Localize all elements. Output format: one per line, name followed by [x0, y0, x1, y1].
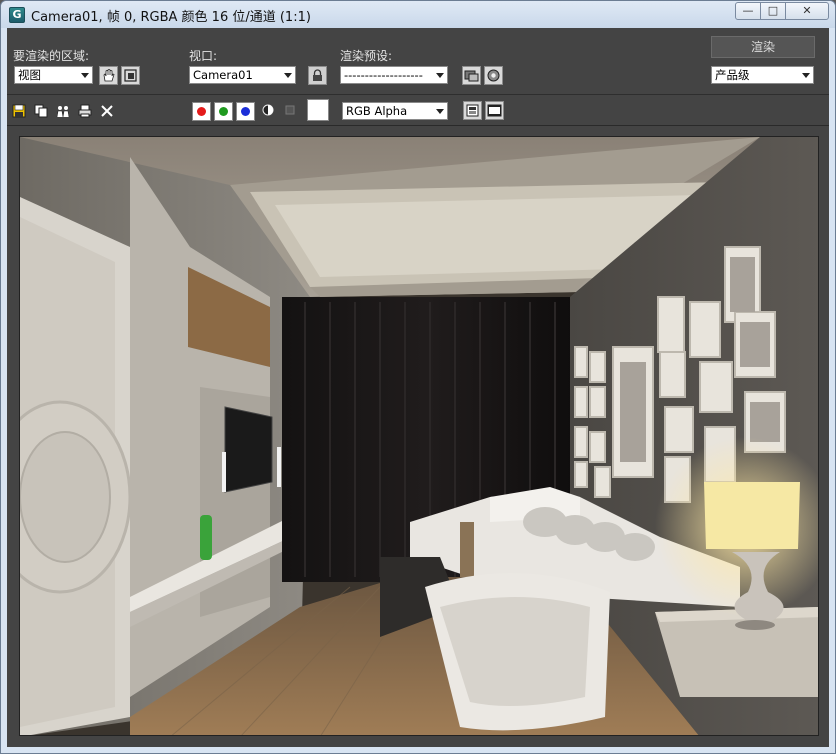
- area-to-render-select[interactable]: 视图: [14, 66, 93, 84]
- area-to-render-value: 视图: [18, 68, 41, 82]
- alpha-channel-icon[interactable]: [260, 103, 276, 119]
- clear-icon[interactable]: [99, 103, 115, 119]
- blue-dot: [241, 107, 250, 116]
- crop-region-icon[interactable]: [121, 66, 140, 85]
- render-frame-window: G Camera01, 帧 0, RGBA 颜色 16 位/通道 (1:1) —…: [0, 0, 836, 754]
- window-title: Camera01, 帧 0, RGBA 颜色 16 位/通道 (1:1): [31, 10, 311, 25]
- green-channel-icon[interactable]: [214, 102, 233, 121]
- rendered-image[interactable]: [19, 136, 819, 736]
- render-controls-toolbar: 要渲染的区域: 视图 视口: Camera01 渲染预设: ----------: [7, 28, 829, 95]
- print-icon[interactable]: [77, 103, 93, 119]
- chevron-down-icon: [284, 73, 292, 78]
- toggle-ui-overlay-icon[interactable]: [463, 101, 482, 120]
- window-controls: — □ ✕: [735, 2, 829, 20]
- monochrome-icon[interactable]: [282, 103, 298, 119]
- viewport-select[interactable]: Camera01: [189, 66, 296, 84]
- environment-icon[interactable]: [462, 66, 481, 85]
- chevron-down-icon: [436, 109, 444, 114]
- living-room-render-image: [20, 137, 818, 735]
- render-setup-icon[interactable]: [484, 66, 503, 85]
- save-icon[interactable]: [11, 103, 27, 119]
- chevron-down-icon: [436, 73, 444, 78]
- blue-channel-icon[interactable]: [236, 102, 255, 121]
- green-dot: [219, 107, 228, 116]
- render-preset-value: -------------------: [344, 68, 423, 82]
- frame-toolbar: RGB Alpha: [7, 96, 829, 126]
- app-icon: G: [9, 7, 25, 23]
- render-quality-value: 产品级: [715, 68, 750, 82]
- close-button[interactable]: ✕: [785, 2, 829, 20]
- maximize-button[interactable]: □: [760, 2, 786, 20]
- toggle-ui-icon[interactable]: [485, 101, 504, 120]
- render-preset-label: 渲染预设:: [340, 49, 393, 63]
- color-swatch[interactable]: [307, 99, 329, 121]
- area-to-render-label: 要渲染的区域:: [13, 49, 90, 63]
- lock-icon[interactable]: [308, 66, 327, 85]
- channel-value: RGB Alpha: [346, 104, 408, 118]
- render-preset-select[interactable]: -------------------: [340, 66, 448, 84]
- channel-select[interactable]: RGB Alpha: [342, 102, 448, 120]
- copy-icon[interactable]: [33, 103, 49, 119]
- render-quality-select[interactable]: 产品级: [711, 66, 814, 84]
- render-button[interactable]: 渲染: [711, 36, 815, 58]
- chevron-down-icon: [81, 73, 89, 78]
- minimize-button[interactable]: —: [735, 2, 761, 20]
- hand-icon[interactable]: [99, 66, 118, 85]
- chevron-down-icon: [802, 73, 810, 78]
- clone-window-icon[interactable]: [55, 103, 71, 119]
- viewport-value: Camera01: [193, 68, 253, 82]
- red-channel-icon[interactable]: [192, 102, 211, 121]
- render-frame-client: 要渲染的区域: 视图 视口: Camera01 渲染预设: ----------: [7, 28, 829, 747]
- title-bar[interactable]: G Camera01, 帧 0, RGBA 颜色 16 位/通道 (1:1) —…: [1, 1, 835, 28]
- red-dot: [197, 107, 206, 116]
- viewport-label: 视口:: [189, 49, 218, 63]
